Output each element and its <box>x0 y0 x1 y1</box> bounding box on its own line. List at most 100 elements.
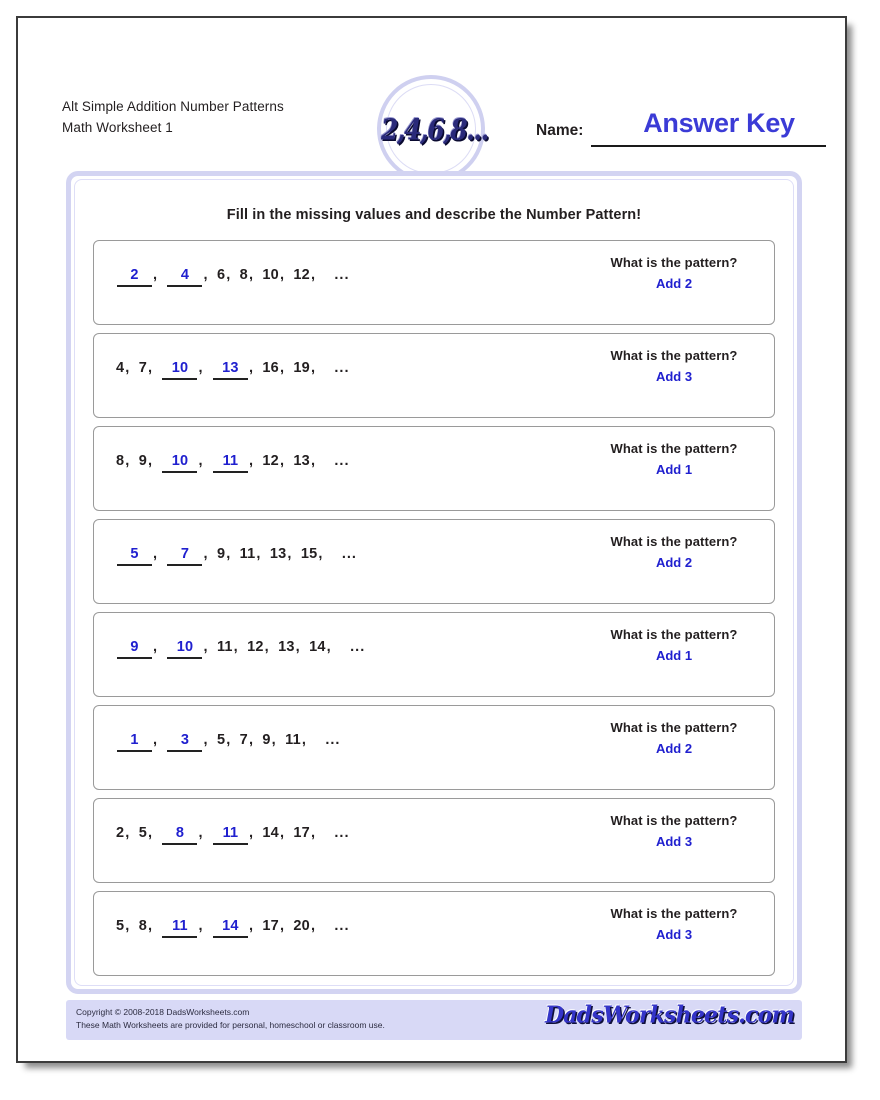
pattern-question-label: What is the pattern? <box>610 441 738 456</box>
sequence-number: 9 <box>216 546 226 562</box>
pattern-answer-block: What is the pattern? Add 3 <box>524 906 824 942</box>
sequence-number: 11 <box>216 639 233 655</box>
pattern-answer-block: What is the pattern? Add 1 <box>524 441 824 477</box>
name-input-rule[interactable] <box>591 145 826 147</box>
sequence-expression: 5, 8, 11, 14, 17, 20, ... <box>116 918 350 938</box>
problem-row: 8, 9, 10, 11, 12, 13, ... What is the pa… <box>93 426 775 511</box>
answer-blank[interactable]: 11 <box>212 826 248 845</box>
worksheet-page: Alt Simple Addition Number Patterns Math… <box>16 16 847 1063</box>
worksheet-panel-inner: Fill in the missing values and describe … <box>74 179 794 986</box>
sequence-number: 4 <box>116 360 125 376</box>
worksheet-header: Alt Simple Addition Number Patterns Math… <box>18 18 845 183</box>
sequence-ellipsis: ... <box>350 639 366 655</box>
pattern-answer-value[interactable]: Add 1 <box>524 462 824 477</box>
pattern-answer-value[interactable]: Add 3 <box>524 834 824 849</box>
answer-blank[interactable]: 9 <box>117 640 152 659</box>
answer-blank[interactable]: 11 <box>212 454 248 473</box>
answer-blank[interactable]: 5 <box>117 547 152 566</box>
sequence-ellipsis: ... <box>334 918 350 934</box>
sequence-number: 5 <box>138 825 147 841</box>
pattern-answer-value[interactable]: Add 3 <box>524 927 824 942</box>
sequence-number: 7 <box>138 360 147 376</box>
answer-blank[interactable]: 11 <box>162 919 198 938</box>
sequence-number: 19 <box>293 360 310 376</box>
pattern-question-label: What is the pattern? <box>610 534 738 549</box>
sequence-number: 8 <box>138 918 147 934</box>
pattern-answer-block: What is the pattern? Add 3 <box>524 348 824 384</box>
answer-blank[interactable]: 4 <box>167 268 203 287</box>
pattern-question-label: What is the pattern? <box>610 348 738 363</box>
answer-blank[interactable]: 7 <box>167 547 203 566</box>
answer-blank[interactable]: 10 <box>162 361 198 380</box>
answer-blank[interactable]: 8 <box>162 826 198 845</box>
dadsworksheets-brand-logo[interactable]: DadsWorksheets.com <box>545 1001 795 1028</box>
sequence-number: 13 <box>269 546 287 562</box>
copyright-block: Copyright © 2008-2018 DadsWorksheets.com… <box>76 1006 385 1032</box>
pattern-answer-value[interactable]: Add 1 <box>524 648 824 663</box>
sequence-number: 11 <box>285 732 301 748</box>
problem-row: 2, 4, 6, 8, 10, 12, ... What is the patt… <box>93 240 775 325</box>
sequence-ellipsis: ... <box>341 546 357 562</box>
name-label: Name: <box>536 122 584 139</box>
answer-blank[interactable]: 3 <box>167 733 203 752</box>
sequence-ellipsis: ... <box>334 360 350 376</box>
sequence-number: 14 <box>262 825 279 841</box>
answer-blank[interactable]: 1 <box>117 733 152 752</box>
instructions-text: Fill in the missing values and describe … <box>226 207 642 223</box>
sequence-expression: 2, 4, 6, 8, 10, 12, ... <box>116 267 350 287</box>
pattern-answer-block: What is the pattern? Add 1 <box>524 627 824 663</box>
sequence-number: 5 <box>216 732 226 748</box>
pattern-question-label: What is the pattern? <box>610 813 738 828</box>
pattern-question-label: What is the pattern? <box>610 255 738 270</box>
answer-blank[interactable]: 10 <box>162 454 198 473</box>
problem-row: 1, 3, 5, 7, 9, 11, ... What is the patte… <box>93 705 775 790</box>
worksheet-footer: Copyright © 2008-2018 DadsWorksheets.com… <box>66 1000 802 1040</box>
sequence-ellipsis: ... <box>334 825 350 841</box>
worksheet-title-block: Alt Simple Addition Number Patterns Math… <box>62 96 284 138</box>
worksheet-title: Alt Simple Addition Number Patterns <box>62 99 284 114</box>
pattern-question-label: What is the pattern? <box>610 627 738 642</box>
sequence-expression: 9, 10, 11, 12, 13, 14, ... <box>116 639 365 659</box>
sequence-expression: 4, 7, 10, 13, 16, 19, ... <box>116 360 350 380</box>
problem-row: 5, 7, 9, 11, 13, 15, ... What is the pat… <box>93 519 775 604</box>
sequence-number: 12 <box>262 453 279 469</box>
sequence-number: 13 <box>293 453 310 469</box>
sequence-number: 2 <box>116 825 125 841</box>
pattern-answer-block: What is the pattern? Add 3 <box>524 813 824 849</box>
pattern-answer-value[interactable]: Add 3 <box>524 369 824 384</box>
sequence-number: 6 <box>216 267 226 283</box>
sequence-number: 11 <box>239 546 256 562</box>
sequence-number: 9 <box>262 732 271 748</box>
problem-row: 5, 8, 11, 14, 17, 20, ... What is the pa… <box>93 891 775 976</box>
sequence-number: 16 <box>262 360 279 376</box>
answer-blank[interactable]: 13 <box>212 361 248 380</box>
pattern-question-label: What is the pattern? <box>610 720 738 735</box>
answer-blank[interactable]: 10 <box>167 640 203 659</box>
sequence-expression: 1, 3, 5, 7, 9, 11, ... <box>116 732 340 752</box>
sequence-number: 10 <box>262 267 279 283</box>
copyright-line-1: Copyright © 2008-2018 DadsWorksheets.com <box>76 1007 250 1017</box>
answer-blank[interactable]: 14 <box>212 919 248 938</box>
sequence-number: 7 <box>239 732 248 748</box>
sequence-number: 17 <box>293 825 310 841</box>
problem-row: 9, 10, 11, 12, 13, 14, ... What is the p… <box>93 612 775 697</box>
sequence-number: 12 <box>247 639 264 655</box>
sequence-ellipsis: ... <box>325 732 341 748</box>
pattern-answer-value[interactable]: Add 2 <box>524 555 824 570</box>
number-pattern-logo-icon: 2,4,6,8... <box>377 75 489 183</box>
sequence-number: 12 <box>293 267 310 283</box>
answer-blank[interactable]: 2 <box>117 268 152 287</box>
problem-row: 4, 7, 10, 13, 16, 19, ... What is the pa… <box>93 333 775 418</box>
pattern-answer-value[interactable]: Add 2 <box>524 276 824 291</box>
sequence-number: 13 <box>278 639 295 655</box>
sequence-number: 17 <box>262 918 279 934</box>
pattern-answer-block: What is the pattern? Add 2 <box>524 720 824 756</box>
sequence-number: 8 <box>239 267 248 283</box>
pattern-answer-value[interactable]: Add 2 <box>524 741 824 756</box>
sequence-ellipsis: ... <box>334 453 350 469</box>
sequence-number: 20 <box>293 918 310 934</box>
pattern-question-label: What is the pattern? <box>610 906 738 921</box>
sequence-number: 5 <box>116 918 125 934</box>
worksheet-panel: Fill in the missing values and describe … <box>66 171 802 994</box>
name-field-row: Name: Answer Key <box>536 108 826 150</box>
